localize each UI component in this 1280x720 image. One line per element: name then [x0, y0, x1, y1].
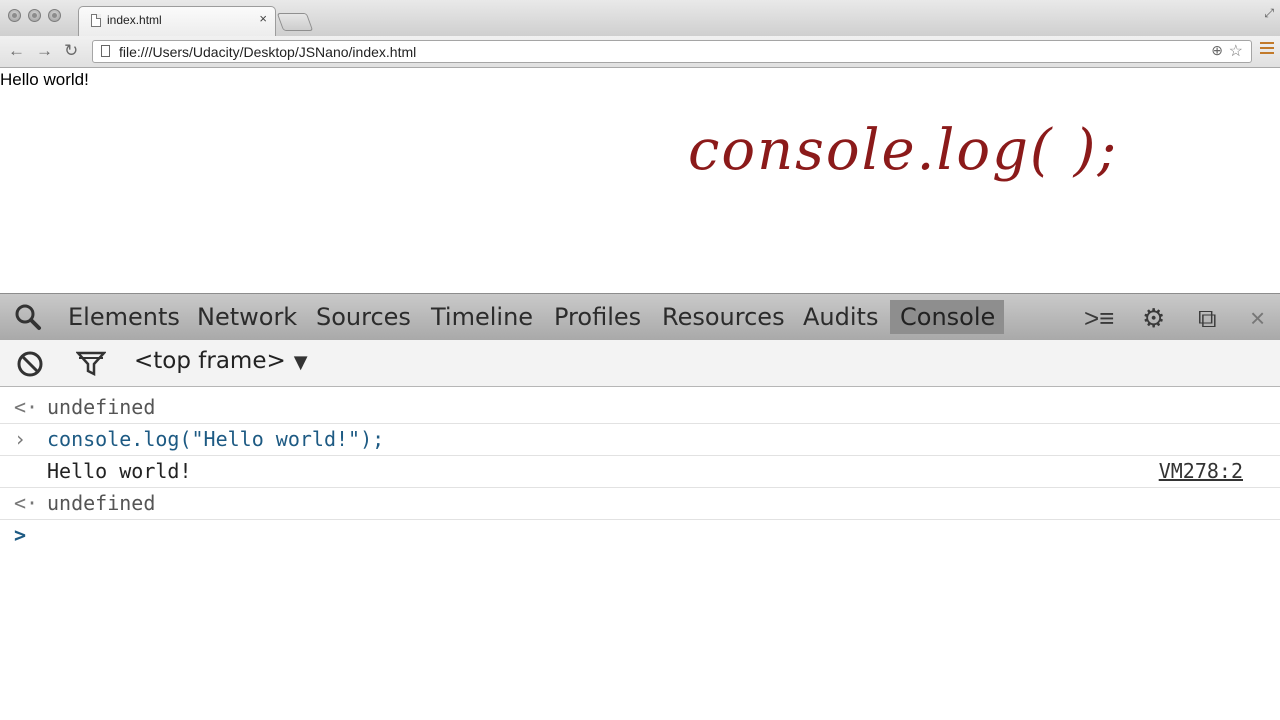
tab-network[interactable]: Network: [187, 300, 307, 334]
window-titlebar: index.html × ⤢: [0, 0, 1280, 37]
clear-console-icon[interactable]: [16, 350, 44, 378]
devtools-tabbar: Elements Network Sources Timeline Profil…: [0, 293, 1280, 341]
dropdown-arrow-icon: ▼: [293, 352, 308, 373]
tab-close-button[interactable]: ×: [259, 11, 267, 26]
fullscreen-icon[interactable]: ⤢: [1264, 6, 1274, 21]
show-console-drawer-icon[interactable]: >≡: [1084, 303, 1114, 334]
page-icon: [101, 45, 110, 57]
prompt-chevron-icon: >: [14, 523, 27, 547]
console-row: <· undefined: [0, 488, 1280, 520]
url-text[interactable]: file:///Users/Udacity/Desktop/JSNano/ind…: [119, 44, 416, 60]
console-row: › console.log("Hello world!");: [0, 424, 1280, 456]
page-text: Hello world!: [0, 70, 89, 89]
reload-icon[interactable]: ↻: [64, 40, 78, 62]
tab-console[interactable]: Console: [890, 300, 1004, 334]
handwritten-annotation: console.log( );: [688, 118, 1119, 183]
close-icon[interactable]: ×: [1250, 303, 1265, 334]
tab-audits[interactable]: Audits: [793, 300, 888, 334]
address-bar[interactable]: file:///Users/Udacity/Desktop/JSNano/ind…: [92, 40, 1252, 63]
close-window-button[interactable]: [8, 9, 21, 22]
document-icon: [91, 14, 101, 27]
tab-title: index.html: [107, 13, 162, 27]
page-viewport: Hello world! console.log( );: [0, 68, 1280, 294]
result-arrow-icon: <·: [14, 491, 39, 515]
dock-icon[interactable]: ⧉: [1198, 303, 1217, 335]
console-command-text: console.log("Hello world!");: [47, 427, 385, 451]
tab-profiles[interactable]: Profiles: [544, 300, 651, 334]
console-result-text: undefined: [47, 491, 156, 515]
new-tab-button[interactable]: [276, 13, 314, 31]
bookmark-star-icon[interactable]: ☆: [1229, 41, 1243, 61]
console-output: <· undefined › console.log("Hello world!…: [0, 392, 1280, 551]
command-chevron-icon: ›: [14, 427, 27, 451]
console-toolbar: <top frame> ▼: [0, 340, 1280, 387]
forward-arrow-icon[interactable]: →: [36, 40, 53, 62]
console-log-text: Hello world!: [47, 459, 192, 483]
filter-icon[interactable]: [76, 350, 106, 378]
console-row: <· undefined: [0, 392, 1280, 424]
console-prompt[interactable]: >: [0, 520, 1280, 551]
tab-resources[interactable]: Resources: [652, 300, 795, 334]
result-arrow-icon: <·: [14, 395, 39, 419]
tab-timeline[interactable]: Timeline: [421, 300, 543, 334]
source-link[interactable]: VM278:2: [1159, 456, 1243, 487]
tab-elements[interactable]: Elements: [58, 300, 190, 334]
search-icon[interactable]: [14, 303, 42, 331]
back-arrow-icon[interactable]: ←: [8, 40, 25, 62]
zoom-window-button[interactable]: [48, 9, 61, 22]
console-result-text: undefined: [47, 395, 156, 419]
frame-selector[interactable]: <top frame> ▼: [134, 348, 308, 374]
menu-icon[interactable]: [1260, 42, 1274, 56]
minimize-window-button[interactable]: [28, 9, 41, 22]
browser-toolbar: ← → ↻ file:///Users/Udacity/Desktop/JSNa…: [0, 36, 1280, 68]
browser-tab[interactable]: index.html ×: [78, 6, 276, 37]
gear-icon[interactable]: ⚙: [1142, 303, 1165, 334]
tab-sources[interactable]: Sources: [306, 300, 421, 334]
console-row: Hello world! VM278:2: [0, 456, 1280, 488]
frame-selector-label: <top frame>: [134, 348, 286, 374]
zoom-icon[interactable]: ⊕: [1211, 42, 1223, 59]
